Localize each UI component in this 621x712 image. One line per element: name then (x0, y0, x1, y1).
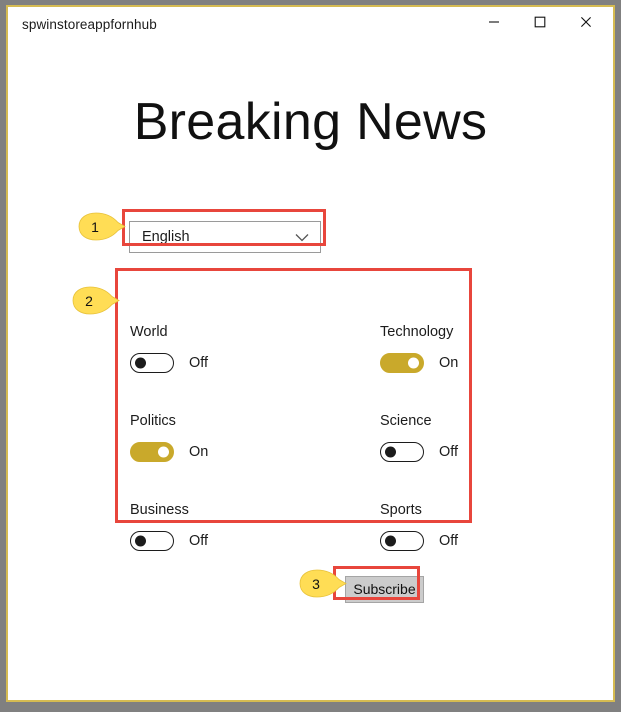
toggle-knob (135, 357, 146, 368)
toggle-business[interactable] (130, 530, 174, 551)
toggle-state-label: Off (439, 532, 459, 549)
toggle-row: On (130, 441, 302, 462)
title-bar: spwinstoreappfornhub (8, 7, 613, 49)
toggle-world[interactable] (130, 352, 174, 373)
topic-cell-politics: Politics On (130, 414, 302, 462)
toggle-politics[interactable] (130, 441, 174, 462)
topic-label: World (130, 324, 168, 340)
topic-cell-business: Business Off (130, 503, 302, 551)
toggle-state-label: Off (439, 443, 459, 460)
toggle-state-label: On (189, 443, 209, 460)
toggle-knob (158, 446, 169, 457)
subscribe-button[interactable]: Subscribe (345, 576, 424, 603)
topic-label: Technology (380, 324, 454, 340)
toggle-row: On (380, 352, 552, 373)
minimize-icon (489, 21, 499, 23)
topic-label: Sports (380, 502, 422, 518)
toggle-knob (408, 357, 419, 368)
topics-grid: World Off Technology On Politics On Scie… (130, 325, 474, 565)
toggle-state-label: Off (189, 354, 209, 371)
toggle-knob (385, 535, 396, 546)
toggle-knob (385, 446, 396, 457)
toggle-state-label: On (439, 354, 459, 371)
topic-cell-world: World Off (130, 325, 302, 373)
toggle-row: Off (130, 530, 302, 551)
topic-label: Business (130, 502, 189, 518)
maximize-icon (534, 16, 546, 28)
toggle-row: Off (130, 352, 302, 373)
page-title: Breaking News (133, 93, 488, 151)
topic-cell-sports: Sports Off (380, 503, 552, 551)
maximize-button[interactable] (517, 7, 563, 37)
language-dropdown-value: English (142, 229, 190, 245)
toggle-row: Off (380, 530, 552, 551)
topic-cell-technology: Technology On (380, 325, 552, 373)
topic-label: Politics (130, 413, 176, 429)
close-button[interactable] (563, 7, 609, 37)
window-title: spwinstoreappfornhub (22, 17, 157, 32)
toggle-science[interactable] (380, 441, 424, 462)
toggle-sports[interactable] (380, 530, 424, 551)
language-dropdown[interactable]: English (129, 221, 321, 253)
toggle-state-label: Off (189, 532, 209, 549)
topic-cell-science: Science Off (380, 414, 552, 462)
close-icon (581, 17, 591, 27)
minimize-button[interactable] (471, 7, 517, 37)
main-content: Breaking News English World Off Technolo… (8, 49, 613, 700)
app-window: spwinstoreappfornhub Breaking News Engli… (6, 5, 615, 702)
chevron-down-icon (295, 233, 309, 242)
toggle-technology[interactable] (380, 352, 424, 373)
topic-label: Science (380, 413, 432, 429)
toggle-row: Off (380, 441, 552, 462)
toggle-knob (135, 535, 146, 546)
